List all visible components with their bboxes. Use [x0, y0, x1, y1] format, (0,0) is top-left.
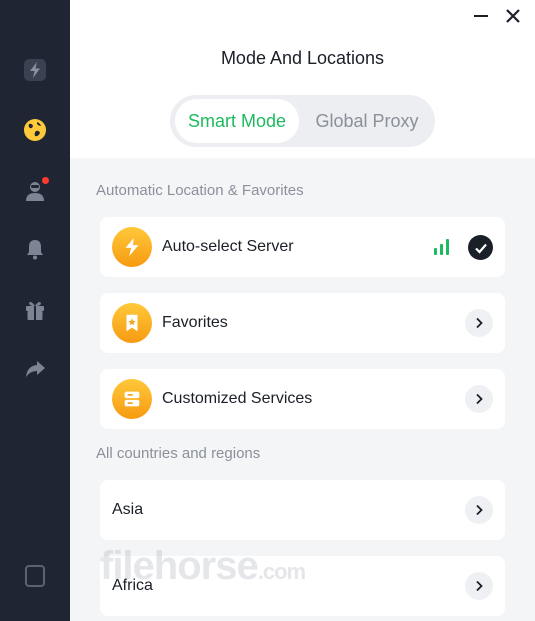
close-button[interactable] — [503, 6, 523, 26]
share-arrow-icon — [26, 361, 45, 377]
global-proxy-tab[interactable]: Global Proxy — [303, 99, 431, 143]
favorites-item[interactable]: Favorites — [100, 293, 505, 353]
minimize-button[interactable] — [471, 6, 491, 26]
region-label: Africa — [112, 577, 153, 594]
main-panel: Mode And Locations Smart Mode Global Pro… — [70, 0, 535, 621]
sidebar-item-locations[interactable] — [22, 117, 48, 143]
sidebar — [0, 0, 70, 621]
section-label-countries: All countries and regions — [96, 445, 261, 462]
chevron-right-icon — [465, 496, 493, 524]
sidebar-item-devices[interactable] — [25, 565, 45, 587]
notification-badge — [42, 177, 49, 184]
globe-icon — [24, 119, 46, 141]
chevron-right-icon — [465, 309, 493, 337]
sidebar-item-account[interactable] — [22, 177, 49, 204]
lightning-icon — [24, 59, 46, 81]
header: Mode And Locations Smart Mode Global Pro… — [70, 0, 535, 158]
lightning-icon — [125, 237, 139, 257]
server-icon — [124, 391, 140, 407]
sidebar-item-speed[interactable] — [22, 57, 48, 83]
selected-check-icon — [468, 235, 493, 260]
section-label-automatic: Automatic Location & Favorites — [96, 182, 304, 199]
region-item-africa[interactable]: Africa — [100, 556, 505, 616]
sidebar-item-notifications[interactable] — [22, 236, 48, 262]
favorites-label: Favorites — [162, 314, 228, 331]
mode-toggle: Smart Mode Global Proxy — [170, 95, 435, 147]
card-icon-wrap — [112, 379, 152, 419]
gift-icon — [26, 302, 44, 320]
chevron-right-icon — [465, 385, 493, 413]
customized-services-item[interactable]: Customized Services — [100, 369, 505, 429]
auto-select-server-item[interactable]: Auto-select Server — [100, 217, 505, 277]
smart-mode-tab[interactable]: Smart Mode — [175, 99, 299, 143]
bell-icon — [27, 240, 43, 260]
card-icon-wrap — [112, 303, 152, 343]
page-title: Mode And Locations — [220, 48, 385, 68]
sidebar-item-share[interactable] — [22, 356, 48, 382]
sidebar-item-gifts[interactable] — [22, 297, 48, 323]
customized-services-label: Customized Services — [162, 390, 313, 407]
auto-select-label: Auto-select Server — [162, 238, 294, 255]
region-label: Asia — [112, 501, 144, 518]
region-item-asia[interactable]: Asia — [100, 480, 505, 540]
close-icon — [506, 9, 520, 23]
bookmark-icon — [126, 314, 138, 332]
chevron-right-icon — [465, 572, 493, 600]
card-icon-wrap — [112, 227, 152, 267]
signal-strength-icon — [434, 239, 452, 255]
minimize-icon — [474, 15, 488, 17]
